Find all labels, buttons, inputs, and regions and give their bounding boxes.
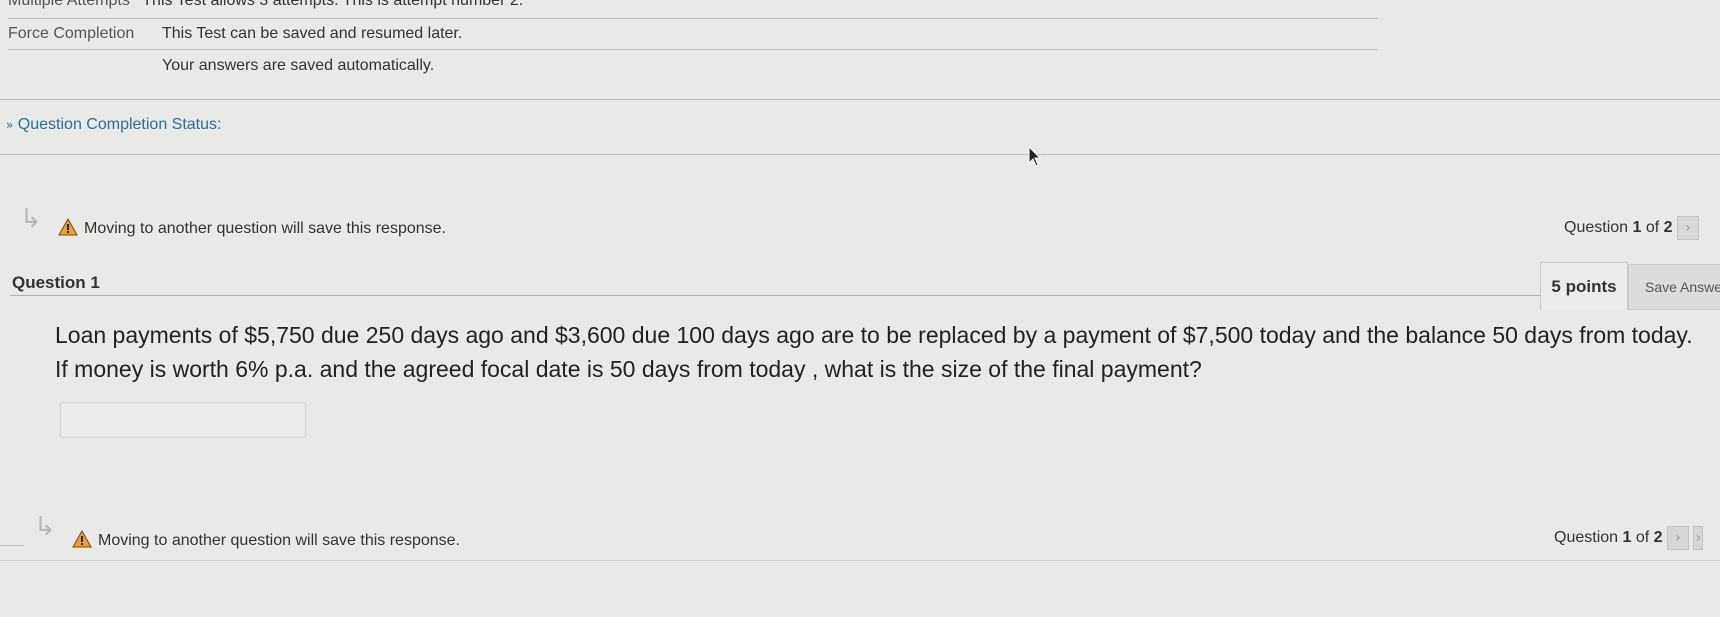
last-question-button[interactable]: ›	[1693, 526, 1704, 550]
question-completion-status-toggle[interactable]: » Question Completion Status:	[6, 116, 221, 134]
chevron-right-icon: ›	[1675, 530, 1681, 546]
return-arrow-icon: ↳	[34, 512, 56, 542]
divider	[0, 560, 1720, 561]
question-prefix: Question	[1564, 219, 1629, 237]
divider	[0, 99, 1720, 100]
force-completion-value: This Test can be saved and resumed later…	[162, 25, 463, 42]
question-points: 5 points	[1540, 262, 1628, 310]
force-completion-label: Force Completion	[8, 25, 135, 42]
question-prefix: Question	[1554, 529, 1619, 547]
save-warning-text: Moving to another question will save thi…	[98, 532, 460, 549]
question-counter-top: Question 1 of 2 ›	[1564, 216, 1700, 240]
question-text: Loan payments of $5,750 due 250 days ago…	[55, 322, 1693, 382]
question-of: of	[1635, 529, 1650, 547]
question-total: 2	[1653, 529, 1663, 547]
question-counter-bottom: Question 1 of 2 › ›	[1554, 526, 1704, 550]
chevron-right-icon: ›	[1695, 530, 1702, 546]
question-of: of	[1645, 219, 1660, 237]
save-warning-bottom: Moving to another question will save thi…	[72, 530, 460, 550]
divider	[0, 154, 1720, 155]
double-chevron-down-icon: »	[6, 118, 14, 132]
save-warning-text: Moving to another question will save thi…	[84, 220, 446, 237]
multiple-attempts-label: Multiple Attempts	[8, 0, 130, 9]
question-current: 1	[1622, 529, 1632, 547]
divider	[0, 545, 24, 546]
chevron-right-icon: ›	[1685, 220, 1691, 236]
return-arrow-icon: ↳	[20, 204, 42, 234]
warning-icon	[58, 218, 78, 236]
question-title: Question 1	[12, 273, 100, 292]
divider	[8, 49, 1378, 50]
question-total: 2	[1663, 219, 1673, 237]
question-completion-status-label: Question Completion Status:	[17, 116, 222, 133]
next-question-button[interactable]: ›	[1677, 216, 1700, 240]
save-warning-top: Moving to another question will save thi…	[58, 218, 446, 238]
multiple-attempts-value: This Test allows 3 attempts. This is att…	[142, 0, 524, 9]
multiple-attempts-row: Multiple Attempts This Test allows 3 att…	[8, 0, 523, 10]
divider	[8, 18, 1378, 19]
question-current: 1	[1632, 219, 1642, 237]
answer-input[interactable]	[60, 402, 306, 438]
warning-icon	[72, 530, 92, 548]
next-question-button[interactable]: ›	[1667, 526, 1690, 550]
question-header-divider	[10, 295, 1540, 296]
autosave-note: Your answers are saved automatically.	[162, 57, 435, 74]
mouse-cursor-icon	[1028, 146, 1042, 167]
save-answer-button[interactable]: Save Answer	[1628, 264, 1720, 310]
